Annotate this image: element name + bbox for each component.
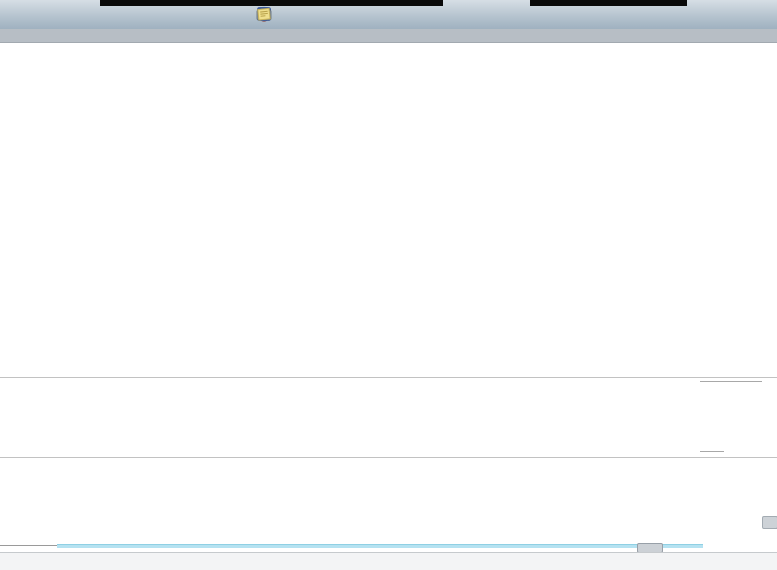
camera-icon[interactable]	[360, 6, 376, 22]
notes-icon[interactable]	[386, 6, 402, 22]
database-icon[interactable]	[282, 6, 298, 22]
stoch-panel-header	[0, 379, 6, 394]
window-edge-strip	[100, 0, 443, 6]
symbol-bar	[0, 29, 777, 43]
window-edge-strip	[530, 0, 687, 6]
timeline-scrollbar-track[interactable]	[0, 545, 57, 546]
price-panel-header	[0, 44, 6, 59]
chart-canvas[interactable]	[0, 0, 777, 570]
freestockcharts-app	[0, 0, 777, 570]
panel-divider[interactable]	[0, 457, 777, 458]
panel-divider[interactable]	[0, 377, 777, 378]
window-bottom-fill	[0, 553, 777, 570]
scroll-handle[interactable]	[762, 516, 777, 529]
axis-divider	[700, 451, 724, 452]
macd-panel-header	[0, 459, 6, 474]
twitter-icon[interactable]	[308, 6, 324, 22]
facebook-icon[interactable]	[334, 6, 350, 22]
toolbar-icons	[256, 6, 402, 22]
axis-divider	[700, 381, 762, 382]
timeline-scrollbar-range[interactable]	[57, 544, 703, 548]
